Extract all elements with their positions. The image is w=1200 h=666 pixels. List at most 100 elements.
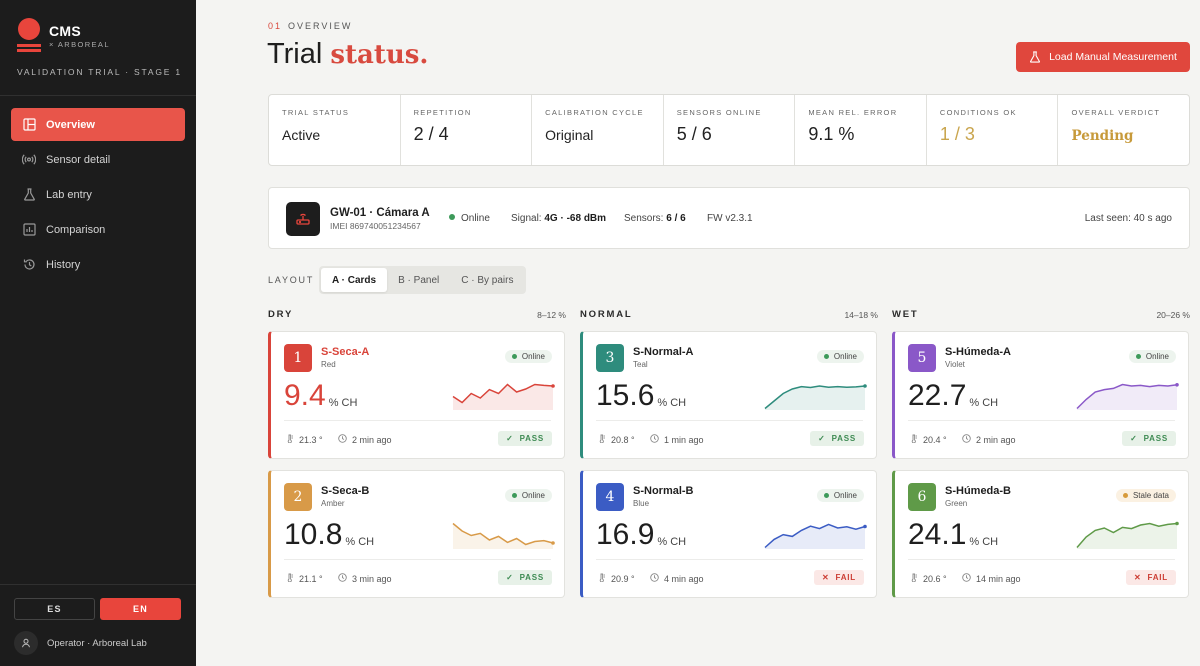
sensor-color-label: Amber: [321, 499, 345, 508]
sensor-number-badge: 2: [284, 483, 312, 511]
last-update-time: 1 min ago: [650, 434, 704, 445]
sidebar-item-sensor-detail[interactable]: Sensor detail: [11, 143, 185, 176]
temperature-reading: 20.6 °: [910, 573, 947, 584]
group-header-normal: NORMAL 14–18 %: [580, 309, 878, 321]
sparkline-endpoint: [1175, 521, 1179, 526]
connection-status-badge: Online: [1128, 350, 1176, 363]
last-update-time: 2 min ago: [962, 434, 1016, 445]
stat-value: Original: [545, 127, 594, 143]
card-divider: [596, 559, 863, 560]
stats-bar: TRIAL STATUS Active REPETITION 2 / 4 CAL…: [268, 94, 1190, 166]
sparkline-endpoint: [551, 541, 555, 545]
sensor-card-s-húmeda-b[interactable]: 6 S-Húmeda-B Green Stale data 24.1 % CH …: [892, 470, 1189, 598]
sidebar-item-overview[interactable]: Overview: [11, 108, 185, 141]
trial-label: VALIDATION TRIAL · STAGE 1: [17, 67, 182, 77]
group-range: 14–18 %: [844, 310, 878, 320]
sensor-card-s-seca-b[interactable]: 2 S-Seca-B Amber Online 10.8 % CH 21.1 °…: [268, 470, 565, 598]
sidebar-item-lab-entry[interactable]: Lab entry: [11, 178, 185, 211]
thermometer-icon: [598, 434, 606, 445]
gateway-card: GW-01 · Cámara A IMEI 869740051234567 On…: [268, 187, 1190, 249]
language-en-button[interactable]: EN: [100, 598, 181, 620]
sidebar-item-label: Comparison: [46, 223, 106, 236]
group-name: DRY: [268, 309, 294, 320]
sidebar-item-history[interactable]: History: [11, 248, 185, 281]
layout-option-pairs[interactable]: C · By pairs: [450, 268, 524, 292]
temperature-reading: 20.9 °: [598, 573, 635, 584]
online-dot: [449, 214, 455, 220]
stat-trial-status: TRIAL STATUS Active: [269, 95, 401, 165]
sparkline-chart: [1076, 383, 1179, 410]
moisture-value: 10.8: [284, 518, 343, 551]
sidebar-item-comparison[interactable]: Comparison: [11, 213, 185, 246]
last-update-time: 3 min ago: [338, 573, 392, 584]
stat-label: MEAN REL. ERROR: [808, 108, 898, 117]
stat-value: 5 / 6: [676, 124, 712, 144]
sensor-name: S-Normal-B: [633, 485, 694, 497]
verdict-icon: ✓: [1130, 434, 1138, 443]
flask-icon: [1029, 51, 1041, 63]
sensor-card-s-húmeda-a[interactable]: 5 S-Húmeda-A Violet Online 22.7 % CH 20.…: [892, 331, 1189, 459]
operator-label: Operator · Arboreal Lab: [47, 637, 147, 649]
stat-mean-rel-error: MEAN REL. ERROR 9.1 %: [795, 95, 927, 165]
moisture-value: 15.6: [596, 379, 655, 412]
connection-status-badge: Online: [504, 489, 552, 502]
temperature-reading: 21.1 °: [286, 573, 323, 584]
title-plain: Trial: [267, 38, 323, 70]
moisture-unit: % CH: [969, 536, 999, 548]
stat-value: 9.1 %: [808, 124, 855, 144]
card-divider: [596, 420, 863, 421]
layout-switcher: A · Cards B · Panel C · By pairs: [319, 266, 527, 294]
sidebar-item-label: History: [46, 258, 81, 271]
layout-option-cards[interactable]: A · Cards: [321, 268, 388, 292]
sidebar-item-label: Overview: [46, 118, 95, 131]
status-label: Online: [1145, 352, 1169, 361]
card-divider: [284, 559, 551, 560]
verdict-badge: ✓ PASS: [810, 431, 864, 446]
status-label: Online: [521, 491, 545, 500]
clock-icon: [650, 573, 659, 584]
sensor-name: S-Húmeda-A: [945, 346, 1012, 358]
layout-option-panel[interactable]: B · Panel: [387, 268, 450, 292]
sensor-color-label: Violet: [945, 360, 965, 369]
card-divider: [284, 420, 551, 421]
load-button-label: Load Manual Measurement: [1049, 51, 1177, 63]
gateway-status: Online: [449, 213, 490, 224]
verdict-badge: ✓ PASS: [1122, 431, 1176, 446]
last-update-time: 4 min ago: [650, 573, 704, 584]
language-es-button[interactable]: ES: [14, 598, 95, 620]
operator-info: Operator · Arboreal Lab: [14, 631, 147, 655]
verdict-icon: ✓: [506, 434, 514, 443]
logo-icon: [17, 18, 41, 54]
sidebar-nav: Overview Sensor detail Lab entry Compari…: [11, 108, 185, 283]
status-dot: [823, 354, 829, 359]
sensor-card-s-normal-b[interactable]: 4 S-Normal-B Blue Online 16.9 % CH 20.9 …: [580, 470, 877, 598]
sensor-card-s-seca-a[interactable]: 1 S-Seca-A Red Online 9.4 % CH 21.3 ° 2 …: [268, 331, 565, 459]
flask-icon: [22, 188, 36, 202]
stat-calibration-cycle: CALIBRATION CYCLE Original: [532, 95, 664, 165]
group-range: 20–26 %: [1156, 310, 1190, 320]
stat-label: CONDITIONS OK: [939, 108, 1017, 117]
stat-label: OVERALL VERDICT: [1071, 108, 1161, 117]
group-header-wet: WET 20–26 %: [892, 309, 1190, 321]
sensor-color-label: Teal: [633, 360, 648, 369]
brand-name: CMS: [49, 23, 82, 39]
layout-icon: [22, 118, 36, 132]
moisture-unit: % CH: [657, 536, 687, 548]
bar-chart-icon: [22, 223, 36, 237]
sensor-name: S-Seca-B: [321, 485, 370, 497]
status-label: Online: [833, 491, 857, 500]
sensor-number-badge: 3: [596, 344, 624, 372]
sidebar-divider: [0, 95, 196, 96]
stat-repetition: REPETITION 2 / 4: [401, 95, 533, 165]
sparkline-chart: [452, 383, 555, 410]
clock-icon: [650, 434, 659, 445]
stat-label: TRIAL STATUS: [282, 108, 350, 117]
sparkline-area: [765, 386, 865, 410]
sparkline-chart: [764, 384, 867, 410]
moisture-value: 24.1: [908, 518, 967, 551]
card-divider: [908, 420, 1175, 421]
sensor-number-badge: 5: [908, 344, 936, 372]
load-manual-measurement-button[interactable]: Load Manual Measurement: [1016, 42, 1190, 72]
verdict-badge: ✕ FAIL: [813, 570, 864, 585]
sensor-card-s-normal-a[interactable]: 3 S-Normal-A Teal Online 15.6 % CH 20.8 …: [580, 331, 877, 459]
